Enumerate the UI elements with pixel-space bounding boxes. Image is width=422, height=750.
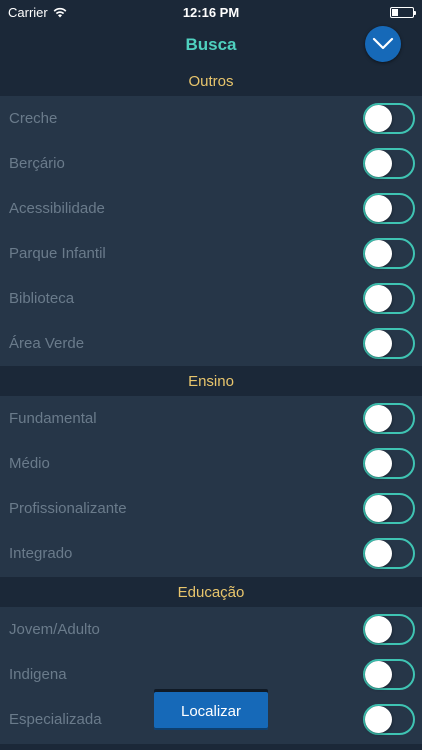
filter-row: Parque Infantil [0, 231, 422, 276]
filter-toggle[interactable] [363, 103, 415, 134]
section-header: Educação [0, 577, 422, 607]
filter-toggle[interactable] [363, 148, 415, 179]
toggle-knob [365, 405, 392, 432]
bottom-edge [0, 744, 422, 750]
filter-label: Fundamental [9, 410, 97, 427]
toggle-knob [365, 240, 392, 267]
filter-label: Médio [9, 455, 50, 472]
filter-label: Área Verde [9, 335, 85, 352]
filter-row: Jovem/Adulto [0, 607, 422, 652]
filter-toggle[interactable] [363, 283, 415, 314]
toggle-knob [365, 661, 392, 688]
filter-toggle[interactable] [363, 328, 415, 359]
filter-row: Integrado [0, 531, 422, 576]
filter-row: Biblioteca [0, 276, 422, 321]
filter-label: Acessibilidade [9, 200, 105, 217]
filter-toggle[interactable] [363, 493, 415, 524]
battery-fill [392, 8, 398, 16]
toggle-knob [365, 105, 392, 132]
filter-toggle[interactable] [363, 538, 415, 569]
filter-label: Parque Infantil [9, 245, 106, 262]
filter-row: Profissionalizante [0, 486, 422, 531]
filter-row: Fundamental [0, 396, 422, 441]
status-left: Carrier [8, 5, 67, 20]
filter-row: Indigena [0, 652, 422, 697]
filter-toggle[interactable] [363, 659, 415, 690]
filter-row: Berçário [0, 141, 422, 186]
filter-row: Médio [0, 441, 422, 486]
carrier-label: Carrier [8, 4, 48, 20]
toggle-knob [365, 285, 392, 312]
toggle-knob [365, 540, 392, 567]
locate-button[interactable]: Localizar [154, 692, 268, 730]
filter-label: Berçário [9, 155, 65, 172]
filter-toggle[interactable] [363, 614, 415, 645]
toggle-knob [365, 330, 392, 357]
filter-toggle[interactable] [363, 403, 415, 434]
toggle-knob [365, 616, 392, 643]
search-screen: Carrier 12:16 PM Busca Outros Creche Berçá… [0, 0, 422, 750]
status-bar: Carrier 12:16 PM [0, 0, 422, 24]
collapse-button[interactable] [365, 26, 401, 62]
toggle-knob [365, 450, 392, 477]
filter-toggle[interactable] [363, 704, 415, 735]
wifi-icon [53, 7, 67, 17]
filter-toggle[interactable] [363, 448, 415, 479]
filter-label: Jovem/Adulto [9, 621, 100, 638]
filter-label: Indigena [9, 666, 67, 683]
filter-row: Acessibilidade [0, 186, 422, 231]
filter-row: Creche [0, 96, 422, 141]
filter-label: Biblioteca [9, 290, 75, 307]
toggle-knob [365, 495, 392, 522]
filter-label: Especializada [9, 711, 102, 728]
filter-row: Área Verde [0, 321, 422, 366]
page-title: Busca [185, 35, 237, 54]
filter-label: Integrado [9, 545, 73, 562]
filter-label: Profissionalizante [9, 500, 127, 517]
chevron-down-icon [372, 37, 394, 50]
filter-label: Creche [9, 110, 58, 127]
toggle-knob [365, 195, 392, 222]
toggle-knob [365, 706, 392, 733]
toggle-knob [365, 150, 392, 177]
section-header: Ensino [0, 366, 422, 396]
filter-toggle[interactable] [363, 193, 415, 224]
section-header: Outros [0, 66, 422, 96]
battery-icon [390, 6, 416, 18]
filter-toggle[interactable] [363, 238, 415, 269]
nav-bar: Busca [0, 24, 422, 66]
